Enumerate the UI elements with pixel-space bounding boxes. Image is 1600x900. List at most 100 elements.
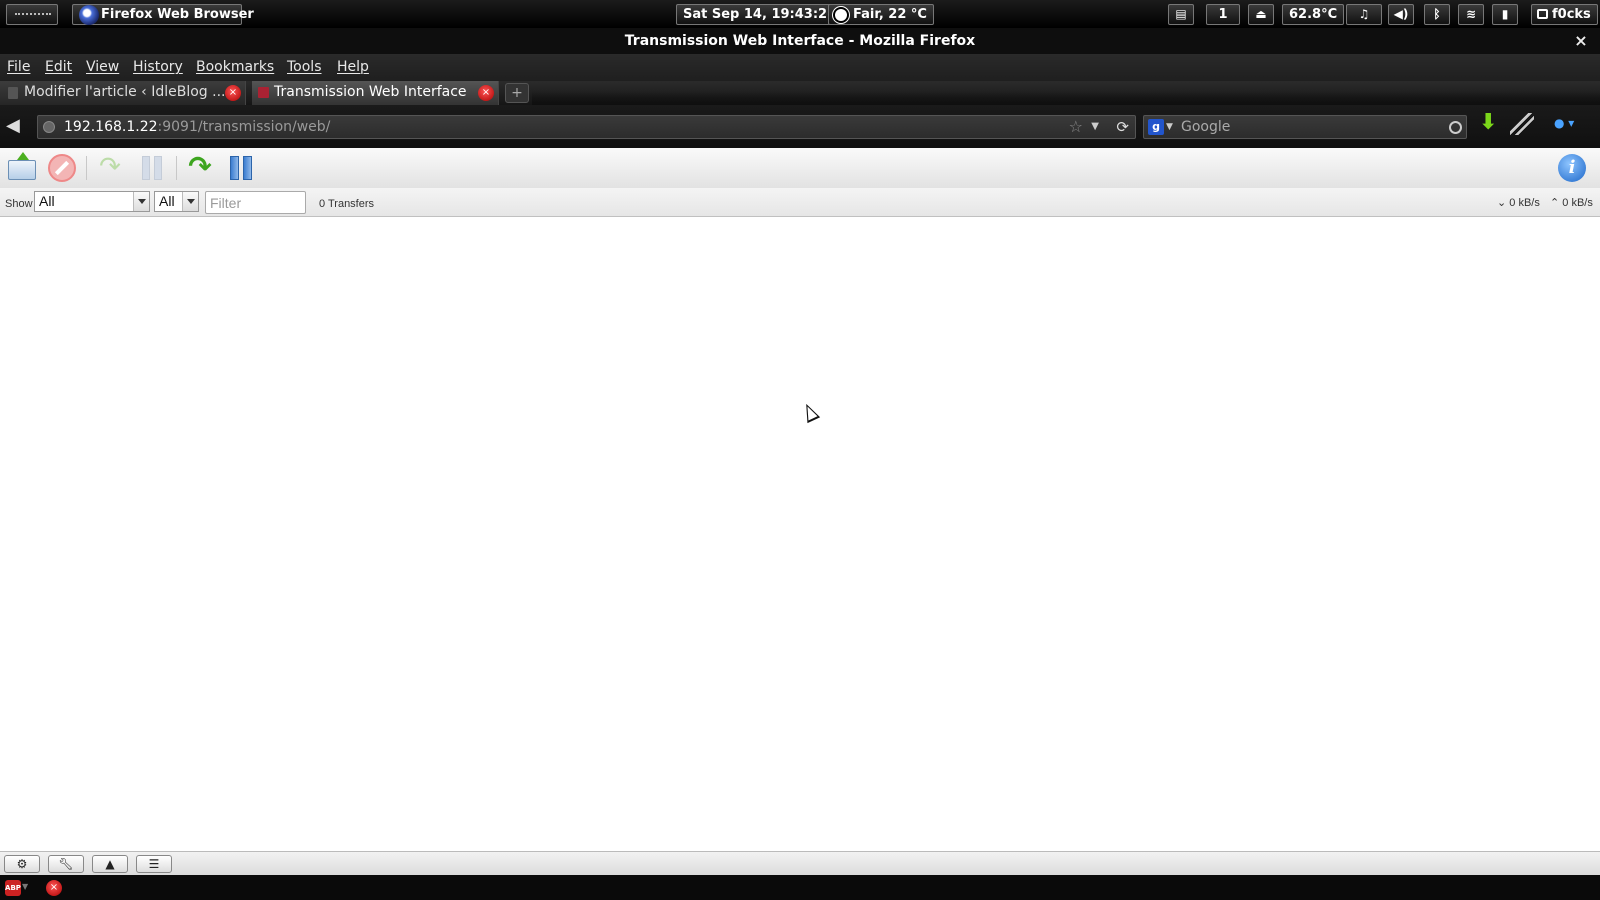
- transfer-count: 0 Transfers: [319, 198, 375, 210]
- reload-icon[interactable]: ⟳: [1116, 116, 1129, 138]
- resume-arrow-icon: ↷: [99, 152, 121, 182]
- resume-all-arrow-icon: ↷: [188, 150, 212, 183]
- tracker-filter-select[interactable]: All: [154, 191, 199, 212]
- active-app-title: Firefox Web Browser: [101, 7, 254, 22]
- tab-strip: Modifier l'article ‹ IdleBlog ... × Tran…: [0, 81, 1600, 105]
- state-filter-select[interactable]: All: [34, 191, 150, 212]
- resume-all-button[interactable]: ↷: [184, 152, 216, 184]
- list-icon: ☰: [148, 857, 160, 871]
- compact-view-button[interactable]: ☰: [136, 855, 172, 873]
- pause-all-button[interactable]: [226, 152, 258, 184]
- folder-icon: ▤: [1175, 7, 1187, 21]
- stop-icon[interactable]: ×: [46, 880, 62, 896]
- system-menu-button[interactable]: [6, 4, 58, 25]
- open-torrent-button[interactable]: [6, 152, 38, 184]
- engine-dropdown-icon[interactable]: ▼: [1166, 116, 1173, 138]
- inspector-info-icon[interactable]: i: [1558, 154, 1586, 182]
- remove-torrent-button[interactable]: [46, 152, 78, 184]
- new-tab-button[interactable]: +: [505, 83, 529, 103]
- upload-speed-value: 0 kB/s: [1562, 197, 1593, 209]
- tab-close-icon[interactable]: ×: [225, 85, 241, 101]
- chevron-down-icon: [133, 192, 149, 211]
- feed-icon[interactable]: [1510, 113, 1534, 135]
- download-speed-value: 0 kB/s: [1509, 197, 1540, 209]
- window-titlebar: Transmission Web Interface - Mozilla Fir…: [0, 28, 1600, 54]
- history-dropdown-icon[interactable]: ▼: [1091, 116, 1099, 138]
- active-app-button[interactable]: Firefox Web Browser: [72, 4, 254, 25]
- eject-icon: ⏏: [1255, 7, 1267, 21]
- url-host: 192.168.1.22: [64, 119, 158, 135]
- download-speed[interactable]: ⌄ 0 kB/s: [1497, 196, 1540, 209]
- settings-button[interactable]: ⚙: [4, 855, 40, 873]
- user-menu[interactable]: f0cks: [1531, 4, 1598, 25]
- preferences-button[interactable]: 🔧︎: [48, 855, 84, 873]
- menu-file[interactable]: File: [7, 59, 30, 75]
- browser-status-bar: ABP ▼ ×: [0, 875, 1600, 900]
- workspace-switcher[interactable]: 1: [1206, 4, 1240, 25]
- gear-icon: ⚙: [16, 857, 28, 871]
- toolbar-separator: [176, 156, 177, 180]
- bluetooth-icon: ᛒ: [1433, 7, 1441, 21]
- upload-arrow-icon: [17, 152, 29, 160]
- back-arrow-icon: ◀: [6, 115, 20, 136]
- files-button[interactable]: ▤: [1168, 4, 1194, 25]
- bookmark-star-icon[interactable]: ☆: [1069, 116, 1083, 138]
- wifi-icon: ≋: [1465, 7, 1477, 21]
- downloads-arrow-icon[interactable]: ⬇: [1479, 112, 1497, 136]
- clock[interactable]: Sat Sep 14, 19:43:25: [676, 4, 844, 25]
- cpu-temperature[interactable]: 62.8°C: [1282, 4, 1345, 25]
- menu-bookmarks[interactable]: Bookmarks: [196, 59, 274, 75]
- window-title: Transmission Web Interface - Mozilla Fir…: [624, 33, 976, 49]
- turtle-mode-button[interactable]: ▲: [92, 855, 128, 873]
- battery-button[interactable]: ▮: [1492, 4, 1518, 25]
- battery-icon: ▮: [1501, 7, 1509, 21]
- volume-button[interactable]: ◀): [1388, 4, 1414, 25]
- search-input[interactable]: Google: [1181, 116, 1441, 138]
- filter-bar: Show All All 0 Transfers ⌄ 0 kB/s ⌃ 0 kB…: [0, 188, 1600, 217]
- adblock-icon[interactable]: ABP: [5, 880, 21, 896]
- pause-icon: [142, 156, 150, 180]
- menu-history[interactable]: History: [133, 59, 183, 75]
- tab-idleblog[interactable]: Modifier l'article ‹ IdleBlog ... ×: [0, 81, 246, 105]
- torrent-list[interactable]: [0, 217, 1600, 851]
- url-path: :9091/transmission/web/: [157, 119, 331, 135]
- upload-chevron-icon: ⌃: [1550, 197, 1560, 209]
- window-close-icon[interactable]: ×: [1572, 28, 1590, 54]
- turtle-icon: ▲: [105, 857, 115, 871]
- firefox-logo-icon: [79, 5, 99, 25]
- menu-edit[interactable]: Edit: [45, 59, 72, 75]
- menu-tools[interactable]: Tools: [287, 59, 322, 75]
- wifi-button[interactable]: ≋: [1458, 4, 1484, 25]
- resume-torrent-button[interactable]: ↷: [94, 152, 126, 184]
- tab-transmission[interactable]: Transmission Web Interface ×: [252, 81, 499, 105]
- google-engine-icon[interactable]: g: [1148, 119, 1164, 135]
- tab-close-icon[interactable]: ×: [478, 85, 494, 101]
- url-text[interactable]: 192.168.1.22:9091/transmission/web/: [64, 116, 330, 138]
- folder-icon: [8, 160, 36, 180]
- pause-icon-bar: [154, 156, 162, 180]
- back-button[interactable]: ◀: [6, 117, 30, 137]
- site-identity-icon[interactable]: [43, 121, 55, 133]
- music-button[interactable]: ♫: [1346, 4, 1382, 25]
- upload-speed[interactable]: ⌃ 0 kB/s: [1550, 196, 1593, 209]
- addon-menu-icon[interactable]: ● ▾: [1554, 116, 1580, 134]
- pause-all-icon-bar: [243, 156, 252, 180]
- transmission-toolbar: ↷ ↷ i: [0, 148, 1600, 188]
- weather-widget[interactable]: Fair, 22 °C: [828, 4, 934, 25]
- menu-view[interactable]: View: [86, 59, 119, 75]
- bluetooth-button[interactable]: ᛒ: [1424, 4, 1450, 25]
- url-bar[interactable]: 192.168.1.22:9091/transmission/web/ ☆ ▼ …: [37, 115, 1136, 139]
- toolbar-separator: [86, 156, 87, 180]
- music-icon: ♫: [1358, 7, 1370, 21]
- tab-label: Modifier l'article ‹ IdleBlog ...: [24, 84, 226, 100]
- pause-torrent-button[interactable]: [136, 152, 168, 184]
- transmission-favicon-icon: [258, 87, 269, 98]
- eject-button[interactable]: ⏏: [1248, 4, 1274, 25]
- adblock-dropdown-icon[interactable]: ▼: [22, 882, 28, 891]
- user-name: f0cks: [1552, 7, 1591, 22]
- search-bar[interactable]: g ▼ Google: [1143, 115, 1467, 139]
- menu-help[interactable]: Help: [337, 59, 369, 75]
- filter-input[interactable]: [205, 191, 306, 214]
- transmission-bottom-bar: ⚙ 🔧︎ ▲ ☰: [0, 851, 1600, 875]
- search-go-icon[interactable]: [1449, 121, 1462, 134]
